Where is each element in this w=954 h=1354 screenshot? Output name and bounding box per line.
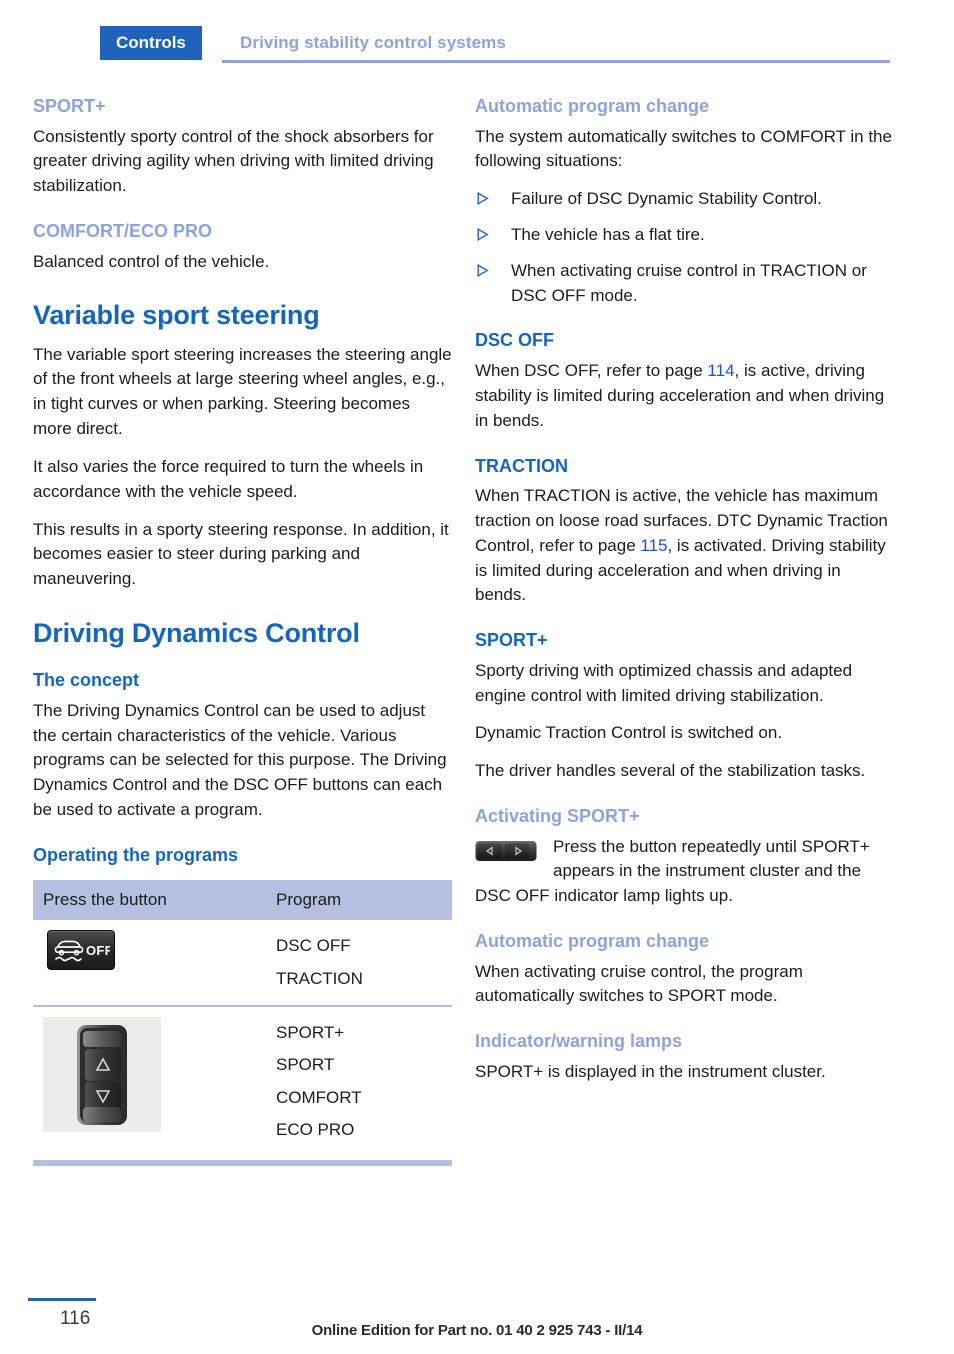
program-sport-plus: SPORT+ xyxy=(276,1023,345,1043)
table-header-row: Press the button Program xyxy=(33,880,452,921)
header-chapter-tab: Controls xyxy=(100,26,202,60)
table-cell-button-icon: OFF xyxy=(33,930,268,995)
list-item-label: Failure of DSC Dynamic Stability Control… xyxy=(511,189,822,209)
heading-automatic-program-change-1: Automatic program change xyxy=(475,96,710,116)
table-column-header-press-the-button: Press the button xyxy=(43,890,167,910)
left-column: SPORT+ Consistently sporty control of th… xyxy=(33,96,452,1167)
list-item: The vehicle has a flat tire. xyxy=(475,223,894,248)
paragraph-variable-sport-steering-3: This results in a sporty steering respon… xyxy=(33,519,449,589)
activating-sport-plus-block: Press the button repeatedly until SPORT+… xyxy=(475,835,894,909)
table-column-header-program: Program xyxy=(276,890,342,910)
footer-divider-rule xyxy=(28,1298,96,1301)
table-row: OFF DSC OFF TRACTION xyxy=(33,920,452,1008)
rocker-switch-inline-icon xyxy=(475,839,537,863)
dsc-off-button-icon: OFF xyxy=(47,930,115,971)
paragraph-traction: When TRACTION is active, the vehicle has… xyxy=(475,484,894,608)
driving-dynamics-rocker-switch-icon xyxy=(43,1017,161,1133)
paragraph-variable-sport-steering-1: The variable sport steering increases th… xyxy=(33,344,452,439)
page-header: Controls Driving stability control syste… xyxy=(0,26,954,60)
heading-indicator-warning-lamps: Indicator/warning lamps xyxy=(475,1031,683,1052)
table-cell-programs: DSC OFF TRACTION xyxy=(268,930,452,995)
table-row: SPORT+ SPORT COMFORT ECO PRO xyxy=(33,1007,452,1156)
program-eco-pro: ECO PRO xyxy=(276,1119,355,1139)
list-item: When activating cruise control in TRACTI… xyxy=(475,259,894,309)
svg-text:OFF: OFF xyxy=(86,943,110,958)
table-cell-button-icon xyxy=(33,1017,268,1146)
paragraph-sport-plus-right-3: The driver handles several of the stabil… xyxy=(475,761,866,781)
program-comfort: COMFORT xyxy=(276,1087,362,1107)
header-section-title: Driving stability control systems xyxy=(240,33,506,52)
paragraph-comfort-eco-pro: Balanced control of the vehicle. xyxy=(33,251,270,271)
heading-driving-dynamics-control: Driving Dynamics Control xyxy=(33,617,360,648)
list-item: Failure of DSC Dynamic Stability Control… xyxy=(475,187,894,212)
header-divider-rule xyxy=(222,60,890,63)
heading-sport-plus-right: SPORT+ xyxy=(475,630,548,651)
page-reference-115[interactable]: 115 xyxy=(640,536,667,555)
paragraph-automatic-program-change-intro: The system automatically switches to COM… xyxy=(475,126,892,171)
heading-comfort-eco-pro: COMFORT/ECO PRO xyxy=(33,221,212,242)
heading-operating-the-programs: Operating the programs xyxy=(33,844,239,865)
paragraph-sport-plus-right-2: Dynamic Traction Control is switched on. xyxy=(475,723,783,743)
table-cell-programs: SPORT+ SPORT COMFORT ECO PRO xyxy=(268,1017,452,1146)
program-sport: SPORT xyxy=(276,1055,335,1075)
paragraph-dsc-off: When DSC OFF, refer to page 114, is acti… xyxy=(475,359,894,433)
paragraph-sport-plus-left: Consistently sporty control of the shock… xyxy=(33,126,434,196)
heading-activating-sport-plus: Activating SPORT+ xyxy=(475,806,640,826)
paragraph-automatic-program-change-2: When activating cruise control, the prog… xyxy=(475,961,803,1006)
dsc-off-text-before: When DSC OFF, refer to page xyxy=(475,361,708,381)
programs-table: Press the button Program OFF DSC OFF TRA… xyxy=(33,880,452,1167)
heading-dsc-off: DSC OFF xyxy=(475,330,554,351)
program-dsc-off: DSC OFF xyxy=(276,936,351,956)
list-item-label: When activating cruise control in TRACTI… xyxy=(511,260,867,305)
paragraph-sport-plus-right-1: Sporty driving with optimized chassis an… xyxy=(475,660,853,705)
paragraph-variable-sport-steering-2: It also varies the force required to tur… xyxy=(33,456,424,501)
heading-traction: TRACTION xyxy=(475,455,568,476)
heading-sport-plus-left: SPORT+ xyxy=(33,96,106,116)
list-item-label: The vehicle has a flat tire. xyxy=(511,225,705,245)
automatic-program-change-bullet-list: Failure of DSC Dynamic Stability Control… xyxy=(475,187,894,308)
heading-the-concept: The concept xyxy=(33,670,140,691)
right-column: Automatic program change The system auto… xyxy=(475,96,894,1085)
paragraph-the-concept: The Driving Dynamics Control can be used… xyxy=(33,700,447,820)
footer-edition-note: Online Edition for Part no. 01 40 2 925 … xyxy=(311,1322,643,1339)
paragraph-activating-sport-plus: Press the button repeatedly until SPORT+… xyxy=(475,836,870,906)
program-traction: TRACTION xyxy=(276,968,363,988)
heading-variable-sport-steering: Variable sport steering xyxy=(33,300,320,331)
page-reference-114[interactable]: 114 xyxy=(707,361,734,380)
table-bottom-rule xyxy=(33,1160,452,1167)
heading-automatic-program-change-2: Automatic program change xyxy=(475,931,710,952)
paragraph-indicator-warning-lamps: SPORT+ is displayed in the instrument cl… xyxy=(475,1061,826,1081)
